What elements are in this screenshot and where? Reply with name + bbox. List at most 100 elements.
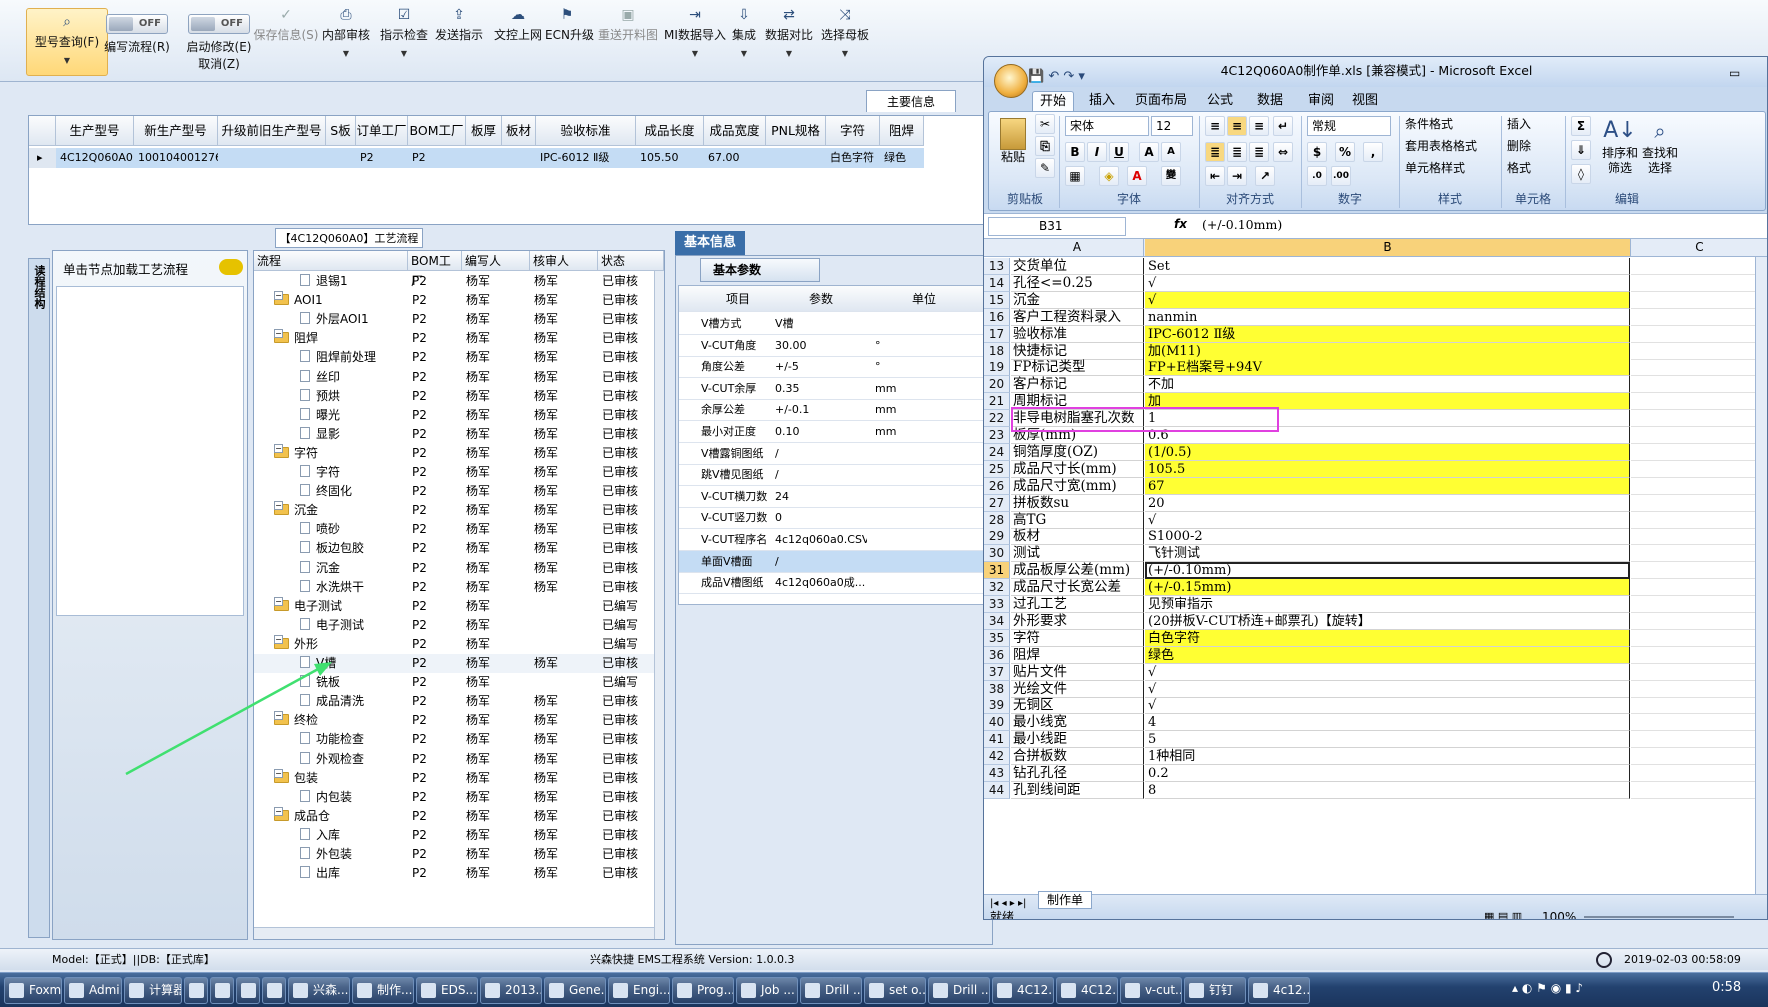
taskbar-item[interactable] (236, 977, 260, 1004)
row-header[interactable]: 31 (984, 562, 1010, 580)
cell-c[interactable] (1631, 512, 1767, 529)
basic-row[interactable]: 跳V槽见图纸 / (679, 464, 992, 487)
cell-c[interactable] (1631, 461, 1767, 478)
cell-a[interactable]: 成品尺寸宽(mm) (1011, 477, 1144, 495)
cell-c[interactable] (1631, 410, 1767, 428)
cell-c[interactable] (1631, 613, 1767, 630)
grid-header-4[interactable]: 订单工厂 (356, 116, 408, 146)
grid-cell-10[interactable]: 67.00 (704, 148, 766, 168)
basic-value[interactable]: 0 (775, 507, 867, 528)
row-header[interactable]: 43 (984, 765, 1010, 782)
taskbar-item[interactable]: 计算器 (124, 977, 182, 1004)
row-header[interactable]: 25 (984, 460, 1010, 478)
basic-value[interactable]: V槽 (775, 313, 867, 334)
column-header-1[interactable]: B (1145, 239, 1631, 256)
orientation-icon[interactable]: ↗ (1255, 166, 1275, 186)
cell-c[interactable] (1631, 579, 1767, 597)
cell-b[interactable]: 4 (1145, 714, 1630, 732)
cell-b[interactable]: (+/-0.10mm) (1145, 562, 1630, 580)
tree-row[interactable]: 内包装 P2 杨军 杨军 已审核 (254, 788, 664, 807)
italic-button[interactable]: I (1087, 142, 1107, 162)
system-tray[interactable]: ▴ ◐ ⚑ ◉ ▮ ♪ (1512, 981, 1583, 995)
row-header[interactable]: 20 (984, 376, 1010, 394)
tab-basic-info[interactable]: 基本信息 (675, 231, 745, 255)
fx-icon[interactable]: fx (1174, 217, 1187, 231)
row-header[interactable]: 13 (984, 258, 1010, 275)
align-left-icon[interactable]: ≣ (1205, 142, 1225, 162)
expand-icon[interactable]: − (274, 501, 283, 511)
taskbar-item[interactable]: Job ... (736, 977, 798, 1004)
view-buttons[interactable]: ▦ ▤ ▥ (1484, 905, 1522, 919)
row-header[interactable]: 32 (984, 579, 1010, 597)
align-top-icon[interactable]: ≡ (1205, 116, 1225, 136)
basic-value[interactable]: +/-0.1 (775, 399, 867, 420)
tree-node[interactable]: − AOI1 (274, 291, 406, 310)
grid-cell-0[interactable]: 4C12Q060A0 (56, 148, 134, 168)
tree-row[interactable]: − 成品仓 P2 杨军 杨军 已审核 (254, 806, 664, 826)
cell-a[interactable]: 过孔工艺 (1011, 596, 1144, 613)
cut-icon[interactable]: ✂ (1035, 114, 1055, 134)
chevron-down-icon[interactable]: ▼ (320, 49, 372, 58)
toggle-switch[interactable]: OFF (188, 14, 250, 34)
side-tab-structure[interactable]: 读程结构 (28, 258, 50, 938)
tree-node[interactable]: 字符 (300, 463, 406, 482)
cell-c[interactable] (1631, 714, 1767, 732)
grid-header-12[interactable]: 字符 (826, 116, 880, 146)
cell-c[interactable] (1631, 528, 1767, 546)
taskbar-item[interactable]: Foxm... (4, 977, 62, 1004)
zoom-slider[interactable] (1584, 916, 1734, 918)
chevron-down-icon[interactable]: ▼ (27, 56, 107, 65)
column-header-0[interactable]: A (1011, 239, 1144, 256)
cell-c[interactable] (1631, 782, 1767, 799)
clear-icon[interactable]: ◊ (1571, 164, 1591, 184)
merge-icon[interactable]: ⇔ (1273, 142, 1293, 162)
cell-a[interactable]: 最小线宽 (1011, 714, 1144, 732)
cell-b[interactable]: 0.2 (1145, 765, 1630, 782)
bold-button[interactable]: B (1065, 142, 1085, 162)
tree-node[interactable]: 终固化 (300, 482, 406, 501)
cell-b[interactable]: (20拼板V-CUT桥连+邮票孔)【旋转】 (1145, 612, 1630, 630)
grid-header-13[interactable]: 阻焊 (880, 116, 924, 146)
toolbar-button-8[interactable]: ⚑ ECN升级 (545, 6, 594, 43)
taskbar-item[interactable]: 制作... (352, 977, 414, 1004)
cell-c[interactable] (1631, 664, 1767, 681)
toolbar-button-13[interactable]: ⤨ 选择母板 ▼ (819, 6, 871, 58)
cell-a[interactable]: 客户标记 (1011, 376, 1144, 394)
tree-row[interactable]: 外层AOI1 P2 杨军 杨军 已审核 (254, 310, 664, 329)
cell-b[interactable]: √ (1145, 291, 1630, 309)
cell-c[interactable] (1631, 427, 1767, 444)
find-select-button[interactable]: ⌕ 查找和选择 (1641, 116, 1679, 176)
cell-c[interactable] (1631, 647, 1767, 664)
cell-a[interactable]: 拼板数su (1011, 494, 1144, 512)
taskbar-item[interactable]: 钉钉 (1184, 977, 1246, 1004)
align-bottom-icon[interactable]: ≡ (1249, 116, 1269, 136)
taskbar-item[interactable] (184, 977, 208, 1004)
row-header[interactable]: 42 (984, 748, 1010, 766)
expand-icon[interactable]: − (274, 443, 283, 453)
cell-c[interactable] (1631, 681, 1767, 698)
cell-a[interactable]: 成品板厚公差(mm) (1011, 562, 1144, 580)
tree-node[interactable]: 丝印 (300, 368, 406, 387)
copy-icon[interactable]: ⎘ (1035, 136, 1055, 156)
cell-c[interactable] (1631, 258, 1767, 275)
font-name-select[interactable]: 宋体 (1065, 116, 1149, 136)
cell-a[interactable]: 板材 (1011, 528, 1144, 546)
cell-a[interactable]: FP标记类型 (1011, 359, 1144, 377)
grid-cell-9[interactable]: 105.50 (636, 148, 704, 168)
expand-icon[interactable]: − (274, 596, 283, 606)
autosum-icon[interactable]: Σ (1571, 116, 1591, 136)
row-header[interactable]: 19 (984, 359, 1010, 377)
basic-row[interactable]: V-CUT角度 30.00 ° (679, 335, 992, 357)
toolbar-button-0[interactable]: ⌕ 型号查询(F) ▼ (26, 8, 108, 76)
row-header[interactable]: 23 (984, 427, 1010, 444)
wrap-text-icon[interactable]: ↵ (1273, 116, 1293, 136)
tab-basic-params[interactable]: 基本参数 (700, 258, 820, 282)
number-format-select[interactable]: 常规 (1307, 116, 1391, 136)
underline-button[interactable]: U (1109, 142, 1129, 162)
cell-a[interactable]: 贴片文件 (1011, 663, 1144, 681)
toggle-switch[interactable]: OFF (106, 14, 168, 34)
cell-c[interactable] (1631, 444, 1767, 461)
cell-a[interactable]: 快捷标记 (1011, 342, 1144, 360)
basic-value[interactable]: / (775, 443, 867, 464)
fill-color-icon[interactable]: ◈ (1099, 166, 1119, 186)
